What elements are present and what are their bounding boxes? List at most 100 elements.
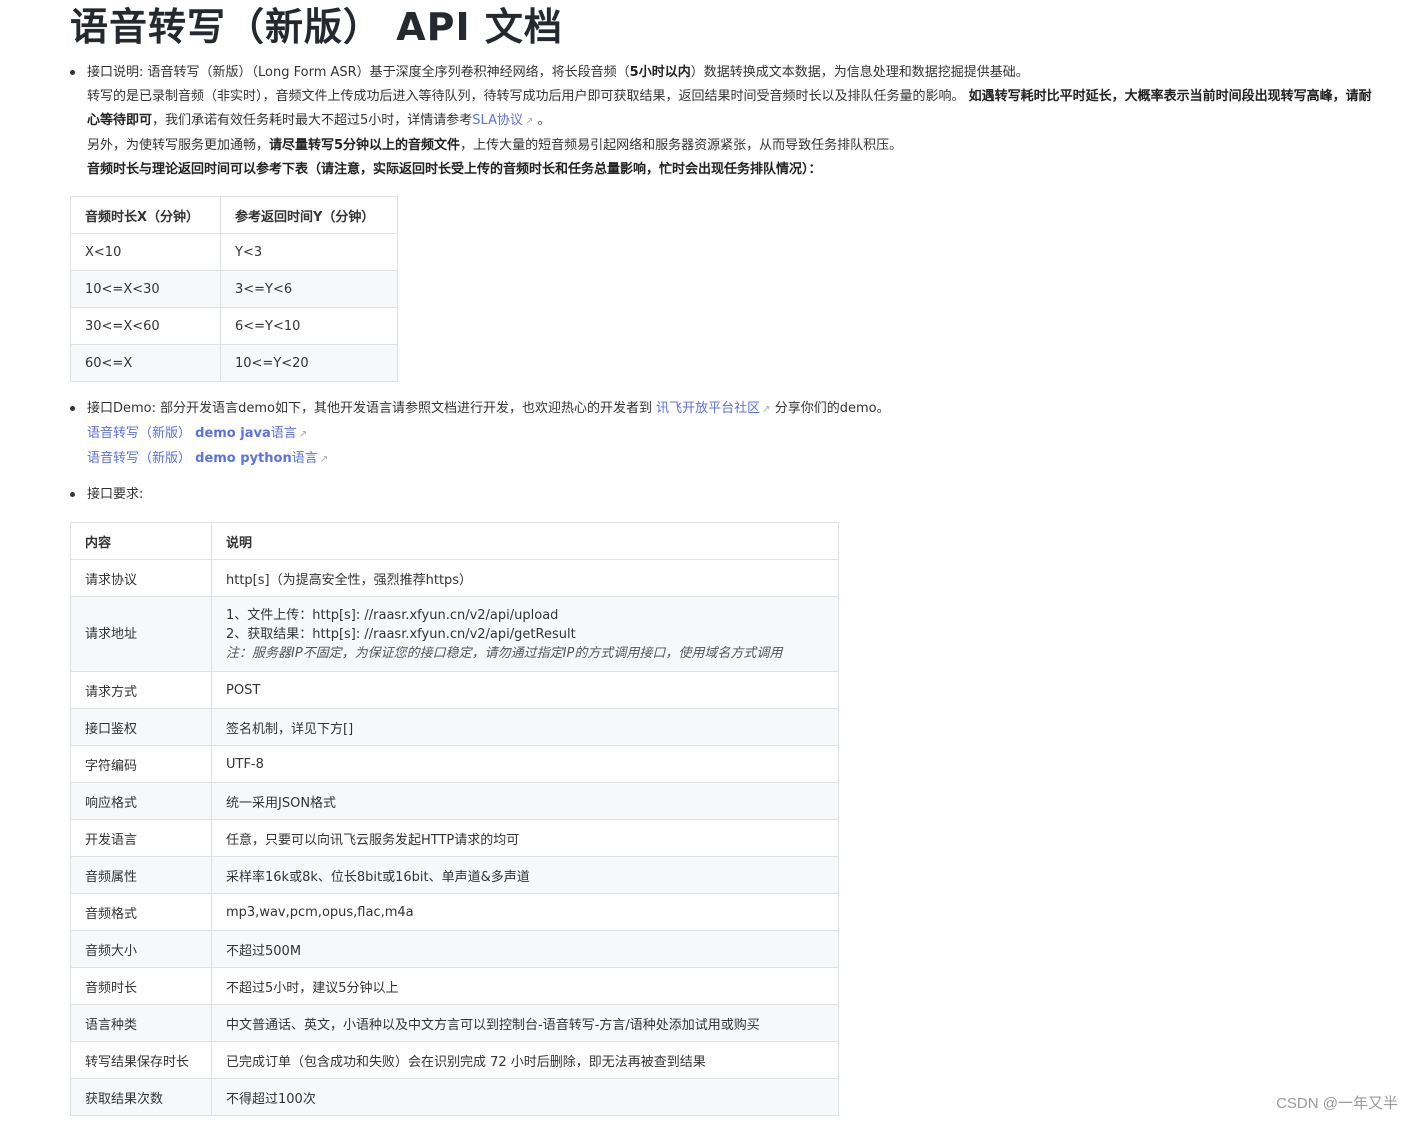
table-row: 请求地址 1、文件上传：http[s]: //raasr.xfyun.cn/v2/… (70, 596, 839, 672)
table-cell: 获取结果次数 (70, 1078, 212, 1116)
table-cell: 字符编码 (70, 745, 212, 783)
table-cell: 开发语言 (70, 819, 212, 857)
demo-python-suffix: 语言 (291, 451, 318, 466)
intro-line-2: 转写的是已录制音频（非实时），音频文件上传成功后进入等待队列，待转写成功后用户即… (87, 85, 1372, 134)
bullet-dot (70, 492, 75, 497)
page-title: 语音转写（新版） API 文档 (70, 5, 563, 49)
demo-bullet: 接口Demo: 部分开发语言demo如下，其他开发语言请参照文档进行开发，也欢迎… (70, 397, 1380, 472)
community-link[interactable]: 讯飞开放平台社区 (656, 401, 760, 416)
table-row: X<10 Y<3 (70, 233, 398, 271)
upload-url-line: 1、文件上传：http[s]: //raasr.xfyun.cn/v2/api/… (226, 607, 559, 623)
ip-note-line: 注：服务器IP不固定，为保证您的接口稳定，请勿通过指定IP的方式调用接口，使用域… (226, 645, 783, 661)
demo-label: 接口Demo: (87, 401, 161, 416)
table-cell: X<10 (70, 233, 221, 271)
table-header-cell: 参考返回时间Y（分钟） (220, 196, 398, 234)
intro-text-a: 语音转写（新版）（Long Form ASR）基于深度全序列卷积神经网络，将长段… (147, 65, 630, 80)
requirements-bullet: 接口要求: (70, 483, 1380, 507)
table-cell: 请求地址 (70, 596, 212, 672)
table-cell: 音频大小 (70, 930, 212, 968)
table-header-cell: 内容 (70, 522, 212, 560)
demo-java-line[interactable]: 语音转写（新版） demo java语言 ↗ (87, 422, 1380, 447)
table-cell: 任意，只要可以向讯飞云服务发起HTTP请求的均可 (211, 819, 839, 857)
table-cell: 60<=X (70, 344, 221, 382)
table-header-row: 内容 说明 (70, 522, 839, 560)
demo-text-a: 部分开发语言demo如下，其他开发语言请参照文档进行开发，也欢迎热心的开发者到 (160, 401, 653, 416)
demo-text-b: 分享你们的demo。 (774, 401, 890, 416)
table-row: 接口鉴权 签名机制，详见下方[] (70, 708, 839, 746)
intro-line-1: 接口说明: 语音转写（新版）（Long Form ASR）基于深度全序列卷积神经… (87, 61, 1380, 85)
demo-java-prefix: 语音转写（新版） (87, 426, 196, 441)
demo-python-bold: demo python (195, 451, 292, 466)
table-cell: 10<=Y<20 (220, 344, 398, 382)
table-cell: 请求方式 (70, 671, 212, 709)
demo-python-prefix: 语音转写（新版） (87, 451, 196, 466)
external-link-icon: ↗ (762, 404, 771, 415)
requirements-label: 接口要求: (87, 487, 144, 502)
external-link-icon: ↗ (319, 454, 329, 465)
table-cell: 30<=X<60 (70, 307, 221, 345)
demo-java-bold: demo java (195, 426, 271, 441)
table-row: 请求方式 POST (70, 671, 839, 709)
bullet-dot (70, 70, 75, 75)
external-link-icon: ↗ (524, 116, 534, 127)
table-row: 音频时长 不超过5小时，建议5分钟以上 (70, 967, 839, 1005)
intro-line2-end: 。 (537, 113, 551, 128)
table-row: 60<=X 10<=Y<20 (70, 344, 398, 382)
table-row: 30<=X<60 6<=Y<10 (70, 307, 398, 345)
table-cell: UTF-8 (211, 745, 839, 783)
table-cell: 响应格式 (70, 782, 212, 820)
result-url-line: 2、获取结果：http[s]: //raasr.xfyun.cn/v2/api/… (226, 626, 576, 642)
table-row: 开发语言 任意，只要可以向讯飞云服务发起HTTP请求的均可 (70, 819, 839, 857)
table-cell: Y<3 (220, 233, 398, 271)
table-cell: 统一采用JSON格式 (211, 782, 839, 820)
intro-bold: 5小时以内 (629, 65, 691, 80)
return-time-table: 音频时长X（分钟） 参考返回时间Y（分钟） X<10 Y<3 10<=X<30 3<… (70, 196, 398, 382)
table-cell: 不得超过100次 (211, 1078, 839, 1116)
external-link-icon: ↗ (298, 429, 308, 440)
table-cell: 音频格式 (70, 893, 212, 931)
table-cell: 语言种类 (70, 1004, 212, 1042)
table-row: 音频格式 mp3,wav,pcm,opus,flac,m4a (70, 893, 839, 931)
table-cell: 采样率16k或8k、位长8bit或16bit、单声道&多声道 (211, 856, 839, 894)
intro-bullet: 接口说明: 语音转写（新版）（Long Form ASR）基于深度全序列卷积神经… (70, 61, 1380, 182)
table-cell: 音频时长 (70, 967, 212, 1005)
table-cell: POST (211, 671, 839, 709)
table-cell: 接口鉴权 (70, 708, 212, 746)
table-header-cell: 音频时长X（分钟） (70, 196, 221, 234)
intro-text-b: ）数据转换成文本数据，为信息处理和数据挖掘提供基础。 (690, 65, 1029, 80)
table-cell: 音频属性 (70, 856, 212, 894)
demo-java-link[interactable]: 语音转写（新版） demo java语言 (87, 426, 297, 441)
table-cell: 中文普通话、英文，小语种以及中文方言可以到控制台-语音转写-方言/语种处添加试用… (211, 1004, 839, 1042)
table-row: 音频属性 采样率16k或8k、位长8bit或16bit、单声道&多声道 (70, 856, 839, 894)
intro-line3-text-b: ，上传大量的短音频易引起网络和服务器资源紧张，从而导致任务排队积压。 (460, 138, 903, 153)
intro-line3-text-a: 另外，为使转写服务更加通畅， (87, 138, 270, 153)
table-cell: 3<=Y<6 (220, 270, 398, 308)
csdn-watermark: CSDN @一年又半 (1276, 1095, 1398, 1112)
sla-link[interactable]: SLA协议 (472, 113, 523, 128)
table-cell: 1、文件上传：http[s]: //raasr.xfyun.cn/v2/api/… (211, 596, 839, 672)
table-cell: 6<=Y<10 (220, 307, 398, 345)
table-cell: 10<=X<30 (70, 270, 221, 308)
table-row: 转写结果保存时长 已完成订单（包含成功和失败）会在识别完成 72 小时后删除，即无… (70, 1041, 839, 1079)
table-cell: 不超过500M (211, 930, 839, 968)
intro-label: 接口说明: (87, 65, 148, 80)
table-row: 字符编码 UTF-8 (70, 745, 839, 783)
table-header-row: 音频时长X（分钟） 参考返回时间Y（分钟） (70, 196, 398, 234)
table-cell: 不超过5小时，建议5分钟以上 (211, 967, 839, 1005)
table-cell: 转写结果保存时长 (70, 1041, 212, 1079)
bullet-dot (70, 406, 75, 411)
table-row: 响应格式 统一采用JSON格式 (70, 782, 839, 820)
demo-python-link[interactable]: 语音转写（新版） demo python语言 (87, 451, 318, 466)
intro-line-4: 音频时长与理论返回时间可以参考下表（请注意，实际返回时长受上传的音频时长和任务总… (87, 162, 822, 177)
demo-java-suffix: 语言 (270, 426, 297, 441)
table-row: 音频大小 不超过500M (70, 930, 839, 968)
table-row: 语言种类 中文普通话、英文，小语种以及中文方言可以到控制台-语音转写-方言/语种处… (70, 1004, 839, 1042)
table-cell: http[s]（为提高安全性，强烈推荐https） (211, 559, 839, 597)
requirements-table: 内容 说明 请求协议 http[s]（为提高安全性，强烈推荐https） 请求地址… (70, 522, 839, 1116)
table-header-cell: 说明 (211, 522, 839, 560)
table-cell: 请求协议 (70, 559, 212, 597)
demo-python-line[interactable]: 语音转写（新版） demo python语言 ↗ (87, 447, 1380, 472)
intro-line2-text-b: ，我们承诺有效任务耗时最大不超过5小时，详情请参考 (152, 113, 473, 128)
table-row: 10<=X<30 3<=Y<6 (70, 270, 398, 308)
table-cell: 已完成订单（包含成功和失败）会在识别完成 72 小时后删除，即无法再被查到结果 (211, 1041, 839, 1079)
